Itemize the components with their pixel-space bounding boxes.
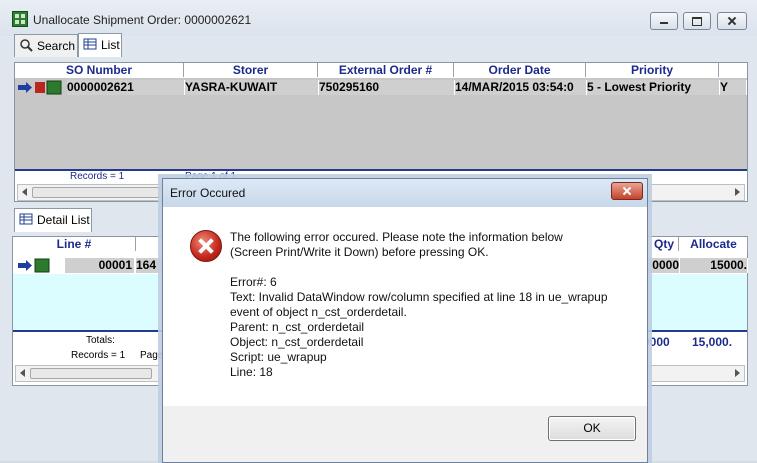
ok-button[interactable]: OK xyxy=(548,416,636,441)
message-line-1: The following error occured. Please note… xyxy=(230,230,563,244)
search-tab-icon xyxy=(20,39,33,52)
row-indicator xyxy=(17,80,65,95)
error-dialog: Error Occured The following error occure… xyxy=(162,178,648,463)
cell-order-date[interactable]: 14/MAR/2015 03:54:0 xyxy=(455,80,587,95)
dialog-close-button[interactable] xyxy=(611,182,643,200)
error-text-2: event of object n_cst_orderdetail. xyxy=(230,305,407,319)
tab-search[interactable]: Search xyxy=(14,34,78,57)
col-allocate[interactable]: Allocate xyxy=(680,237,748,251)
detail-current-row-arrow-icon xyxy=(18,258,50,273)
maximize-button[interactable] xyxy=(683,12,711,30)
detail-scroll-left-icon[interactable] xyxy=(20,369,25,377)
detail-page-info: Page xyxy=(140,350,164,361)
error-object: Object: n_cst_orderdetail xyxy=(230,335,364,349)
dialog-title-bar: Error Occured xyxy=(163,179,647,207)
error-script: Script: ue_wrapup xyxy=(230,350,327,364)
message-line-2: (Screen Print/Write it Down) before pres… xyxy=(230,245,489,259)
app-icon xyxy=(12,11,28,27)
detail-records-count: Records = 1 xyxy=(71,350,126,361)
error-line: Line: 18 xyxy=(230,365,273,379)
tab-detail-label: Detail List xyxy=(37,213,90,227)
col-line-number[interactable]: Line # xyxy=(13,237,136,251)
tab-detail-list[interactable]: Detail List xyxy=(14,208,92,232)
col-external-order[interactable]: External Order # xyxy=(318,63,454,77)
cell-line-number[interactable]: 00001 xyxy=(65,258,135,273)
close-button[interactable] xyxy=(717,12,747,30)
error-parent: Parent: n_cst_orderdetail xyxy=(230,320,365,334)
error-number: Error#: 6 xyxy=(230,275,277,289)
totals-allocate: 15,000. xyxy=(692,335,733,349)
cell-overflow[interactable]: Y xyxy=(720,80,747,95)
detail-scroll-thumb[interactable] xyxy=(30,368,152,379)
tab-search-label: Search xyxy=(37,39,76,53)
window-title: Unallocate Shipment Order: 0000002621 xyxy=(33,13,252,27)
cell-allocate[interactable]: 15000. xyxy=(680,258,748,273)
list-tab-icon xyxy=(83,38,97,50)
error-text-1: Text: Invalid DataWindow row/column spec… xyxy=(230,290,608,304)
scroll-right-icon[interactable] xyxy=(735,188,740,196)
col-storer[interactable]: Storer xyxy=(184,63,318,77)
grid-divider xyxy=(15,169,747,171)
tab-list-label: List xyxy=(101,38,120,52)
cell-storer[interactable]: YASRA-KUWAIT xyxy=(185,80,319,95)
dialog-title: Error Occured xyxy=(170,186,246,200)
tab-list[interactable]: List xyxy=(78,33,122,57)
detail-row-indicator xyxy=(17,258,65,273)
cell-partial[interactable]: 164 xyxy=(136,258,165,273)
current-row-arrow-icon xyxy=(18,80,62,95)
detail-list-tab-icon xyxy=(19,213,33,225)
title-bar: Unallocate Shipment Order: 0000002621 xyxy=(0,0,757,36)
cell-external-order[interactable]: 750295160 xyxy=(319,80,455,95)
cell-priority[interactable]: 5 - Lowest Priority xyxy=(587,80,720,95)
error-icon xyxy=(190,230,222,262)
dialog-button-bar: OK xyxy=(163,406,647,462)
totals-label: Totals: xyxy=(86,335,115,346)
scroll-left-icon[interactable] xyxy=(22,188,27,196)
list-scroll-thumb[interactable] xyxy=(32,187,174,198)
col-order-date[interactable]: Order Date xyxy=(454,63,586,77)
minimize-button[interactable] xyxy=(650,12,678,30)
detail-scroll-right-icon[interactable] xyxy=(735,369,740,377)
col-priority[interactable]: Priority xyxy=(586,63,719,77)
col-so-number[interactable]: SO Number xyxy=(15,63,184,77)
cell-so-number[interactable]: 0000002621 xyxy=(67,80,185,95)
list-records-count: Records = 1 xyxy=(70,171,125,182)
